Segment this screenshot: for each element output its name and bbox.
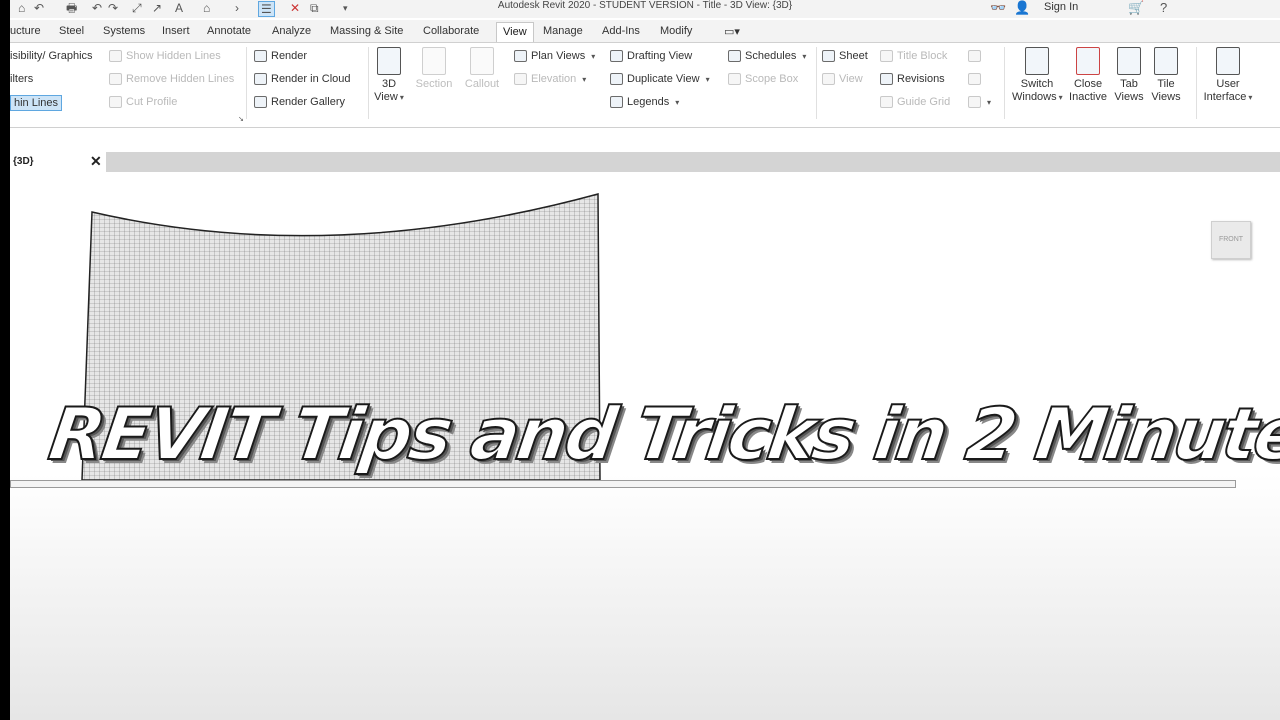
tab-annotate[interactable]: Annotate (207, 25, 251, 37)
render-gallery-button[interactable]: Render Gallery (254, 96, 345, 108)
user-interface-button[interactable]: User Interface ▾ (1202, 47, 1254, 104)
tab-massing-site[interactable]: Massing & Site (330, 25, 403, 37)
tab-view[interactable]: View (496, 22, 534, 43)
place-view-icon (822, 73, 835, 85)
sheet-icon (822, 50, 835, 62)
guide-grid-icon (880, 96, 893, 108)
floor-slab (10, 480, 1236, 488)
3d-view-button[interactable]: 3D View ▾ (374, 47, 404, 104)
tab-modify[interactable]: Modify (660, 25, 692, 37)
schedules-button[interactable]: Schedules ▾ (728, 50, 806, 62)
user-icon[interactable]: 👤 (1014, 0, 1030, 16)
cut-profile-button[interactable]: Cut Profile (109, 96, 177, 108)
section-button[interactable]: Section (412, 47, 456, 91)
house-3d-icon (377, 47, 401, 75)
teapot-render-icon (254, 50, 267, 62)
legends-button[interactable]: Legends ▾ (610, 96, 679, 108)
tab-insert[interactable]: Insert (162, 25, 190, 37)
search-binoculars-icon[interactable]: 👓 (990, 0, 1006, 16)
scope-box-icon (728, 73, 741, 85)
tile-views-icon (1154, 47, 1178, 75)
left-frame-border (0, 0, 10, 720)
elevation-icon (514, 73, 527, 85)
window-title: Autodesk Revit 2020 - STUDENT VERSION - … (497, 0, 793, 11)
title-block-button[interactable]: Title Block (880, 50, 947, 62)
plan-views-button[interactable]: Plan Views ▾ (514, 50, 595, 62)
tab-collaborate[interactable]: Collaborate (423, 25, 479, 37)
remove-hidden-lines-icon (109, 73, 122, 85)
render-button[interactable]: Render (254, 50, 307, 62)
close-inactive-icon (1076, 47, 1100, 75)
sheet-extra-icon-1[interactable] (968, 50, 981, 62)
remove-hidden-lines-button[interactable]: Remove Hidden Lines (109, 73, 234, 85)
ribbon-tabs: ucture Steel Systems Insert Annotate Ana… (10, 20, 1280, 43)
cart-icon[interactable]: 🛒 (1128, 0, 1144, 16)
schedules-icon (728, 50, 741, 62)
viewcube-front[interactable]: FRONT (1211, 221, 1251, 259)
callout-icon (470, 47, 494, 75)
tab-systems[interactable]: Systems (103, 25, 145, 37)
ribbon-panel: isibility/ Graphics ilters hin Lines Sho… (10, 42, 1280, 128)
callout-button[interactable]: Callout (460, 47, 504, 91)
render-in-cloud-button[interactable]: Render in Cloud (254, 73, 351, 85)
ribbon-separator (816, 47, 817, 119)
guide-grid-button[interactable]: Guide Grid (880, 96, 950, 108)
tab-manage[interactable]: Manage (543, 25, 583, 37)
sheet-extra-icon-3[interactable]: ▾ (968, 96, 991, 108)
section-icon (422, 47, 446, 75)
duplicate-view-button[interactable]: Duplicate View ▾ (610, 73, 710, 85)
help-icon[interactable]: ? (1160, 0, 1167, 15)
tile-views-button[interactable]: Tile Views (1149, 47, 1183, 104)
title-bar: ⌂ ↶ 🖶 ↶ ↷ ⤢ ↗ A ⌂ › ☰ ✕ ⧉ ▾ Autodesk Rev… (10, 0, 1280, 18)
revisions-icon (880, 73, 893, 85)
close-inactive-button[interactable]: Close Inactive (1066, 47, 1110, 104)
graphics-dialog-launcher-icon[interactable]: ↘ (238, 115, 244, 123)
user-interface-icon (1216, 47, 1240, 75)
revisions-button[interactable]: Revisions (880, 73, 945, 85)
tab-views-button[interactable]: Tab Views (1112, 47, 1146, 104)
sheet-extra-icon-2[interactable] (968, 73, 981, 85)
cut-profile-icon (109, 96, 122, 108)
visibility-graphics-button[interactable]: isibility/ Graphics (10, 50, 93, 62)
close-icon[interactable]: ✕ (90, 153, 102, 169)
plan-views-icon (514, 50, 527, 62)
filters-button[interactable]: ilters (10, 73, 33, 85)
tab-add-ins[interactable]: Add-Ins (602, 25, 640, 37)
sign-in-link[interactable]: Sign In (1044, 1, 1078, 13)
gallery-icon (254, 96, 267, 108)
ribbon-separator (1196, 47, 1197, 119)
sheet-button[interactable]: Sheet (822, 50, 868, 62)
thin-lines-button[interactable]: hin Lines (10, 95, 63, 111)
ribbon-separator (1004, 47, 1005, 119)
tab-structure[interactable]: ucture (10, 25, 41, 37)
drafting-view-button[interactable]: Drafting View (610, 50, 692, 62)
title-block-icon (880, 50, 893, 62)
switch-windows-button[interactable]: Switch Windows ▾ (1012, 47, 1063, 104)
duplicate-view-icon (610, 73, 623, 85)
view-tab-strip: {3D} ✕ (10, 152, 1280, 172)
video-overlay-title: REVIT Tips and Tricks in 2 Minutes (43, 391, 1280, 477)
ribbon-separator (246, 47, 247, 119)
elevation-button[interactable]: Elevation ▾ (514, 73, 586, 85)
tab-steel[interactable]: Steel (59, 25, 84, 37)
drafting-view-icon (610, 50, 623, 62)
tab-views-icon (1117, 47, 1141, 75)
ribbon-separator (368, 47, 369, 119)
view-tab-label: {3D} (13, 156, 34, 167)
show-hidden-lines-icon (109, 50, 122, 62)
legends-icon (610, 96, 623, 108)
show-hidden-lines-button[interactable]: Show Hidden Lines (109, 50, 221, 62)
context-dropdown-icon[interactable]: ▭▾ (724, 25, 740, 38)
cloud-render-icon (254, 73, 267, 85)
view-tab-3d[interactable]: {3D} ✕ (10, 152, 106, 172)
scope-box-button[interactable]: Scope Box (728, 73, 798, 85)
switch-windows-icon (1025, 47, 1049, 75)
view-place-button[interactable]: View (822, 73, 863, 85)
tab-analyze[interactable]: Analyze (272, 25, 311, 37)
